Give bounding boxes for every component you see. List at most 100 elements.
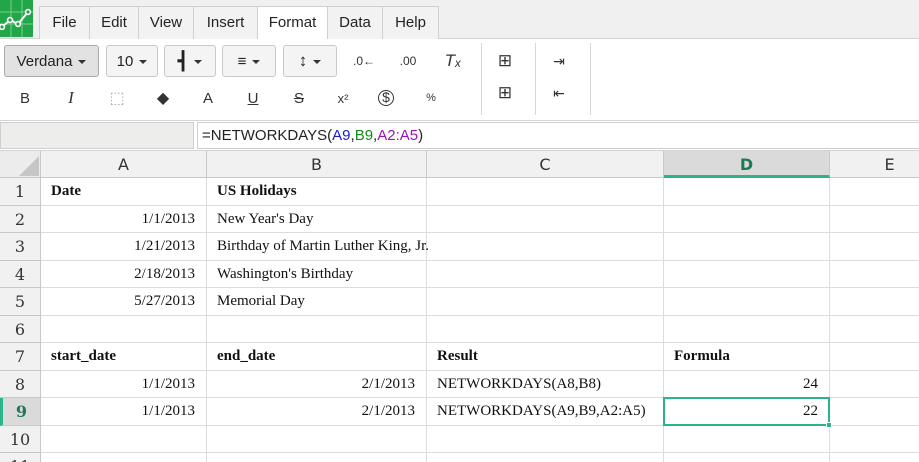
fill-handle[interactable] <box>826 421 832 428</box>
clear-formatting-icon[interactable]: Tₓ <box>440 49 466 73</box>
cell-e6[interactable] <box>830 316 919 343</box>
cell-a11[interactable] <box>41 453 207 462</box>
column-header-e[interactable]: E <box>830 151 919 178</box>
cell-d1[interactable] <box>664 178 830 206</box>
cell-b6[interactable] <box>207 315 427 343</box>
cell-d2[interactable] <box>664 205 830 233</box>
menu-edit[interactable]: Edit <box>89 6 139 39</box>
cell-c5[interactable] <box>427 288 664 316</box>
font-family-select[interactable]: Verdana <box>4 45 99 77</box>
strikethrough-icon[interactable]: S <box>286 86 312 110</box>
cell-b7[interactable]: end_date <box>207 343 427 371</box>
menu-format[interactable]: Format <box>257 6 328 40</box>
column-header-a[interactable]: A <box>41 151 207 178</box>
cell-e11[interactable] <box>830 453 919 462</box>
cell-c7[interactable]: Result <box>427 343 664 371</box>
fill-color-icon[interactable]: ◆ <box>150 86 176 110</box>
cell-a3[interactable]: 1/21/2013 <box>41 233 207 261</box>
cell-d6[interactable] <box>664 315 830 343</box>
cell-a10[interactable] <box>41 425 207 453</box>
underline-icon[interactable]: U <box>240 86 266 110</box>
column-header-d[interactable]: D <box>664 151 830 178</box>
cell-d10[interactable] <box>664 425 830 453</box>
column-header-c[interactable]: C <box>427 151 664 178</box>
cell-d4[interactable] <box>664 260 830 288</box>
row-header-10[interactable]: 10 <box>0 425 41 453</box>
cell-b9[interactable]: 2/1/2013 <box>207 398 427 426</box>
cell-a4[interactable]: 2/18/2013 <box>41 260 207 288</box>
cell-e5[interactable] <box>830 288 919 316</box>
vertical-align-button[interactable]: ↕ <box>283 45 337 77</box>
cell-b11[interactable] <box>207 453 427 462</box>
cell-c10[interactable] <box>427 425 664 453</box>
row-header-8[interactable]: 8 <box>0 370 41 398</box>
cell-c1[interactable] <box>427 178 664 206</box>
cell-d11[interactable] <box>664 453 830 462</box>
cell-e1[interactable] <box>830 178 919 206</box>
row-header-1[interactable]: 1 <box>0 178 41 206</box>
percent-format-icon[interactable]: % <box>418 86 444 110</box>
indent-increase-icon[interactable]: ⇥ <box>546 49 572 73</box>
cell-e2[interactable] <box>830 206 919 233</box>
row-header-9[interactable]: 9 <box>0 398 41 426</box>
cell-c11[interactable] <box>427 453 664 462</box>
cell-e3[interactable] <box>830 233 919 261</box>
menu-help[interactable]: Help <box>382 6 439 39</box>
cell-c9[interactable]: NETWORKDAYS(A9,B9,A2:A5) <box>427 398 664 426</box>
menu-insert[interactable]: Insert <box>193 6 258 39</box>
bold-icon[interactable]: B <box>12 86 38 110</box>
cell-a5[interactable]: 5/27/2013 <box>41 288 207 316</box>
superscript-icon[interactable]: x² <box>330 86 356 110</box>
cell-b5[interactable]: Memorial Day <box>207 288 427 316</box>
row-header-11[interactable]: 11 <box>0 453 41 462</box>
cell-e7[interactable] <box>830 343 919 371</box>
insert-table-icon[interactable]: ⊞ <box>492 49 518 73</box>
decrease-decimal-icon[interactable]: .0← <box>351 49 377 73</box>
menu-file[interactable]: File <box>39 6 90 39</box>
cell-a6[interactable] <box>41 315 207 343</box>
formula-input[interactable]: =NETWORKDAYS(A9,B9,A2:A5) <box>197 122 919 149</box>
cell-c2[interactable] <box>427 205 664 233</box>
indent-decrease-icon[interactable]: ⇤ <box>546 81 572 105</box>
cell-e10[interactable] <box>830 426 919 453</box>
cell-d9[interactable]: 22 <box>664 398 830 426</box>
cell-b3[interactable]: Birthday of Martin Luther King, Jr. <box>207 233 429 261</box>
cell-e4[interactable] <box>830 261 919 288</box>
menu-view[interactable]: View <box>138 6 194 39</box>
row-header-2[interactable]: 2 <box>0 205 41 233</box>
select-all-corner[interactable] <box>0 151 41 178</box>
row-header-5[interactable]: 5 <box>0 288 41 316</box>
cell-c3[interactable] <box>427 233 664 261</box>
italic-icon[interactable]: I <box>58 86 84 110</box>
cell-b4[interactable]: Washington's Birthday <box>207 260 427 288</box>
column-header-b[interactable]: B <box>207 151 427 178</box>
row-header-4[interactable]: 4 <box>0 260 41 288</box>
cell-a7[interactable]: start_date <box>41 343 207 371</box>
cell-a2[interactable]: 1/1/2013 <box>41 205 207 233</box>
borders-button[interactable]: ┫ <box>164 45 216 77</box>
menu-data[interactable]: Data <box>327 6 383 39</box>
name-box[interactable] <box>0 122 194 149</box>
cell-b8[interactable]: 2/1/2013 <box>207 370 427 398</box>
cell-b10[interactable] <box>207 425 427 453</box>
currency-format-icon[interactable]: $ <box>373 86 399 110</box>
cell-d8[interactable]: 24 <box>664 370 830 398</box>
cell-c8[interactable]: NETWORKDAYS(A8,B8) <box>427 370 664 398</box>
row-header-7[interactable]: 7 <box>0 343 41 371</box>
text-color-icon[interactable]: A <box>195 86 221 110</box>
cell-a1[interactable]: Date <box>41 178 207 206</box>
row-header-3[interactable]: 3 <box>0 233 41 261</box>
cell-d5[interactable] <box>664 288 830 316</box>
row-header-6[interactable]: 6 <box>0 315 41 343</box>
cell-c6[interactable] <box>427 315 664 343</box>
cell-a8[interactable]: 1/1/2013 <box>41 370 207 398</box>
merge-cells-icon[interactable]: ⬚ <box>104 86 130 110</box>
cell-e8[interactable] <box>830 371 919 398</box>
cell-b1[interactable]: US Holidays <box>207 178 427 206</box>
horizontal-align-button[interactable]: ≡ <box>222 45 276 77</box>
cell-a9[interactable]: 1/1/2013 <box>41 398 207 426</box>
cell-d3[interactable] <box>664 233 830 261</box>
increase-decimal-icon[interactable]: .00 <box>395 49 421 73</box>
cell-b2[interactable]: New Year's Day <box>207 205 427 233</box>
table-grid-icon[interactable]: ⊞ <box>492 81 518 105</box>
